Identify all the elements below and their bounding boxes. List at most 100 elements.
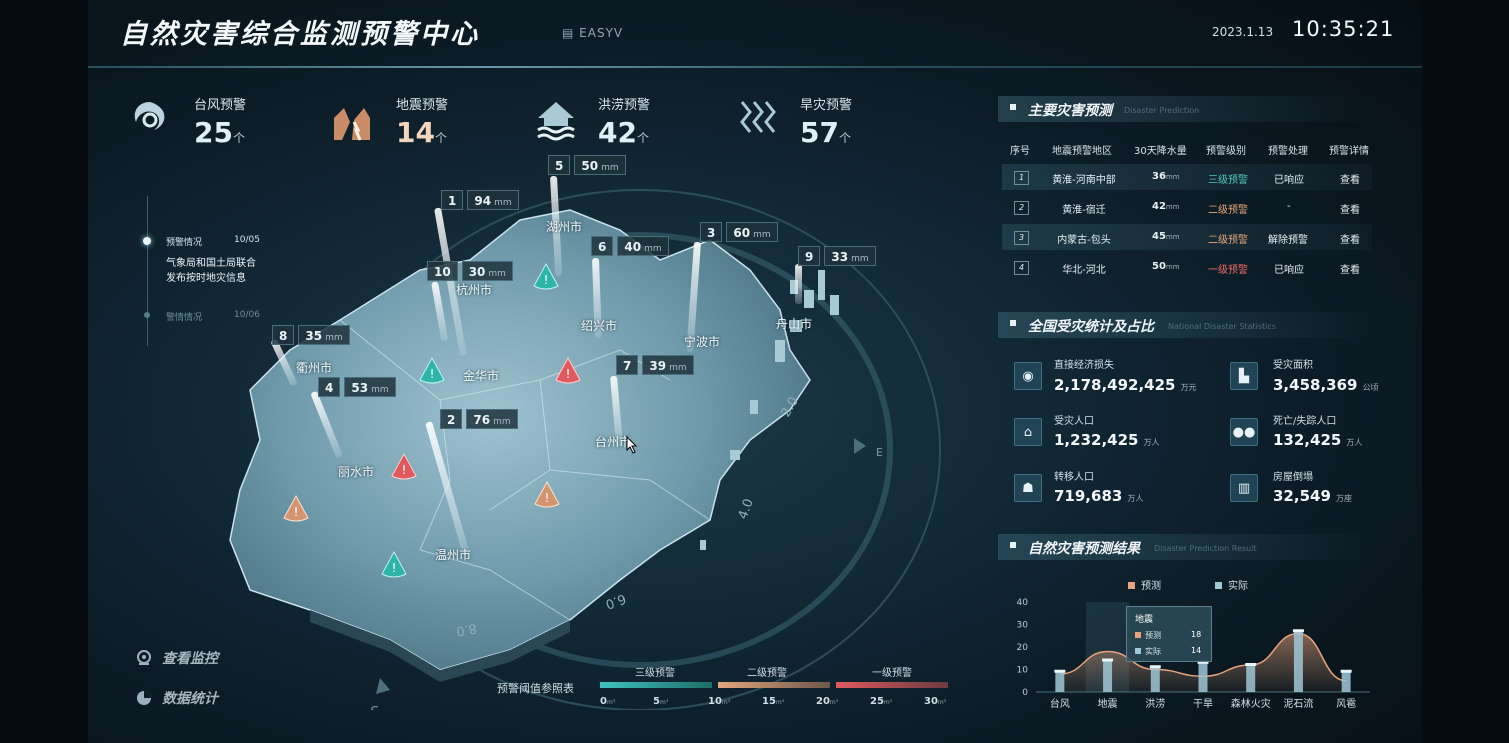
warning-pin-orange-1[interactable]: !: [533, 480, 561, 512]
warning-pin-orange-2[interactable]: !: [282, 494, 310, 526]
compass-e: E: [876, 446, 883, 459]
city-ningbo: 宁波市: [684, 335, 721, 349]
threshold-tick-5: 5m³: [653, 696, 668, 707]
result-title: 自然灾害预测结果: [1028, 541, 1140, 557]
earthquake-icon: [330, 100, 376, 146]
row-index: 4: [1014, 261, 1029, 275]
city-zhoushan: 舟山市: [776, 317, 813, 331]
rain-callout-9-id: 9: [798, 246, 821, 266]
table-row[interactable]: 3 内蒙古-包头 45mm 二级预警 解除预警 查看: [1002, 224, 1372, 250]
brand-text: EASYV: [579, 26, 624, 40]
result-subtitle: Disaster Prediction Result: [1154, 544, 1257, 553]
stat-typhoon-value: 25: [194, 116, 233, 149]
legend-actual[interactable]: 实际: [1215, 577, 1248, 592]
stat-economic-loss-unit: 万元: [1180, 383, 1197, 392]
city-shaoxing: 绍兴市: [581, 319, 618, 333]
view-monitor-button[interactable]: 查看监控: [136, 648, 218, 668]
city-jinhua: 金华市: [463, 369, 500, 383]
x-tick-label: 森林火灾: [1231, 697, 1271, 710]
province-shape[interactable]: [229, 209, 811, 671]
stat-dead: 132,425 万人: [1273, 430, 1362, 449]
rain-callout-2[interactable]: 2 76 mm: [440, 409, 518, 429]
rain-callout-4-id: 4: [318, 377, 341, 397]
row-region: 内蒙古-包头: [1057, 235, 1111, 246]
x-tick-label: 干旱: [1193, 698, 1213, 710]
stat-dead-unit: 万人: [1346, 438, 1363, 447]
header-divider: [88, 66, 1422, 68]
view-monitor-label: 查看监控: [162, 651, 218, 667]
actual-bar-cap: [1292, 629, 1304, 633]
row-detail-link[interactable]: 查看: [1340, 171, 1360, 186]
city-wenzhou: 温州市: [435, 548, 472, 562]
national-subtitle: National Disaster Statistics: [1168, 322, 1276, 331]
row-index: 2: [1014, 201, 1029, 215]
people-icon: ●●: [1230, 418, 1258, 446]
city-hangzhou: 杭州市: [456, 283, 493, 297]
row-detail-link[interactable]: 查看: [1340, 201, 1360, 216]
row-rain: 45mm: [1152, 231, 1180, 242]
threshold-tick-20-unit: m³: [829, 699, 839, 706]
rain-callout-2-unit: mm: [493, 417, 511, 427]
drought-icon: [736, 98, 782, 144]
tooltip-predict-label: 预测: [1145, 631, 1161, 640]
row-level: 三级预警: [1208, 175, 1248, 186]
page-title: 自然灾害综合监测预警中心: [120, 19, 480, 50]
stat-dead-value: 132,425: [1273, 431, 1342, 449]
warning-pin-teal-1[interactable]: !: [532, 262, 560, 294]
threshold-tick-0-unit: m³: [606, 699, 616, 706]
warning-pin-red-2[interactable]: !: [390, 452, 418, 484]
warning-pin-teal-3[interactable]: !: [380, 550, 408, 582]
row-detail-link[interactable]: 查看: [1340, 261, 1360, 276]
table-row[interactable]: 1 黄淮-河南中部 36mm 三级预警 已响应 查看: [1002, 164, 1372, 190]
city-huzhou: 湖州市: [546, 220, 583, 234]
rain-callout-4-unit: mm: [371, 385, 389, 395]
timeline-dot: [144, 312, 150, 318]
city-quzhou: 衢州市: [296, 361, 333, 375]
threshold-tick-5-value: 5: [653, 696, 660, 707]
rain-callout-10-id: 10: [427, 261, 458, 281]
stat-typhoon: 25个: [194, 116, 245, 149]
data-stats-button[interactable]: 数据统计: [136, 688, 218, 708]
rain-callout-1[interactable]: 1 94 mm: [441, 190, 519, 210]
rain-callout-4[interactable]: 4 53 mm: [318, 377, 396, 397]
threshold-bar-3: [600, 682, 712, 688]
timeline-line: [147, 196, 148, 346]
rain-callout-5[interactable]: 5 50 mm: [548, 155, 626, 175]
col-detail: 预警详情: [1329, 146, 1369, 157]
svg-text:!: !: [294, 505, 299, 519]
row-detail-link[interactable]: 查看: [1340, 231, 1360, 246]
tooltip-actual: 实际: [1135, 646, 1161, 657]
legend-predict[interactable]: 预测: [1128, 577, 1161, 592]
legend-predict-label: 预测: [1141, 581, 1161, 592]
stat-drought: 57个: [800, 116, 851, 149]
rain-callout-6[interactable]: 6 40 mm: [591, 236, 669, 256]
compass-s-arrow: [376, 678, 390, 694]
warning-pin-red-1[interactable]: !: [554, 356, 582, 388]
row-region: 黄淮-宿迁: [1062, 205, 1106, 216]
table-row[interactable]: 2 黄淮-宿迁 42mm 二级预警 - 查看: [1002, 194, 1372, 220]
rain-callout-1-id: 1: [441, 190, 464, 210]
rain-callout-9-value: 33: [831, 250, 849, 264]
table-row[interactable]: 4 华北-河北 50mm 一级预警 已响应 查看: [1002, 254, 1372, 280]
timeline-dot-active: [143, 237, 151, 245]
rain-callout-10[interactable]: 10 30 mm: [427, 261, 513, 281]
stat-earthquake: 14个: [396, 116, 447, 149]
building-icon: ▥: [1230, 474, 1258, 502]
rain-callout-1-unit: mm: [494, 198, 512, 208]
stat-flood-unit: 个: [636, 131, 649, 145]
row-rain-value: 36: [1152, 171, 1166, 182]
actual-bar: [1341, 671, 1351, 692]
x-tick-label: 台风: [1050, 697, 1070, 710]
rain-callout-7[interactable]: 7 39 mm: [616, 355, 694, 375]
row-region: 华北-河北: [1062, 265, 1106, 276]
row-rain: 42mm: [1152, 201, 1180, 212]
row-rain-unit: mm: [1165, 233, 1180, 241]
rain-callout-9[interactable]: 9 33 mm: [798, 246, 876, 266]
warning-pin-teal-2[interactable]: !: [418, 356, 446, 388]
stat-area-value: 3,458,369: [1273, 376, 1358, 394]
threshold-tick-10: 10m³: [708, 696, 730, 707]
rain-callout-8[interactable]: 8 35 mm: [272, 325, 350, 345]
city-lishui: 丽水市: [338, 465, 375, 479]
rain-callout-8-value: 35: [305, 329, 323, 343]
rain-callout-3[interactable]: 3 60 mm: [700, 222, 778, 242]
